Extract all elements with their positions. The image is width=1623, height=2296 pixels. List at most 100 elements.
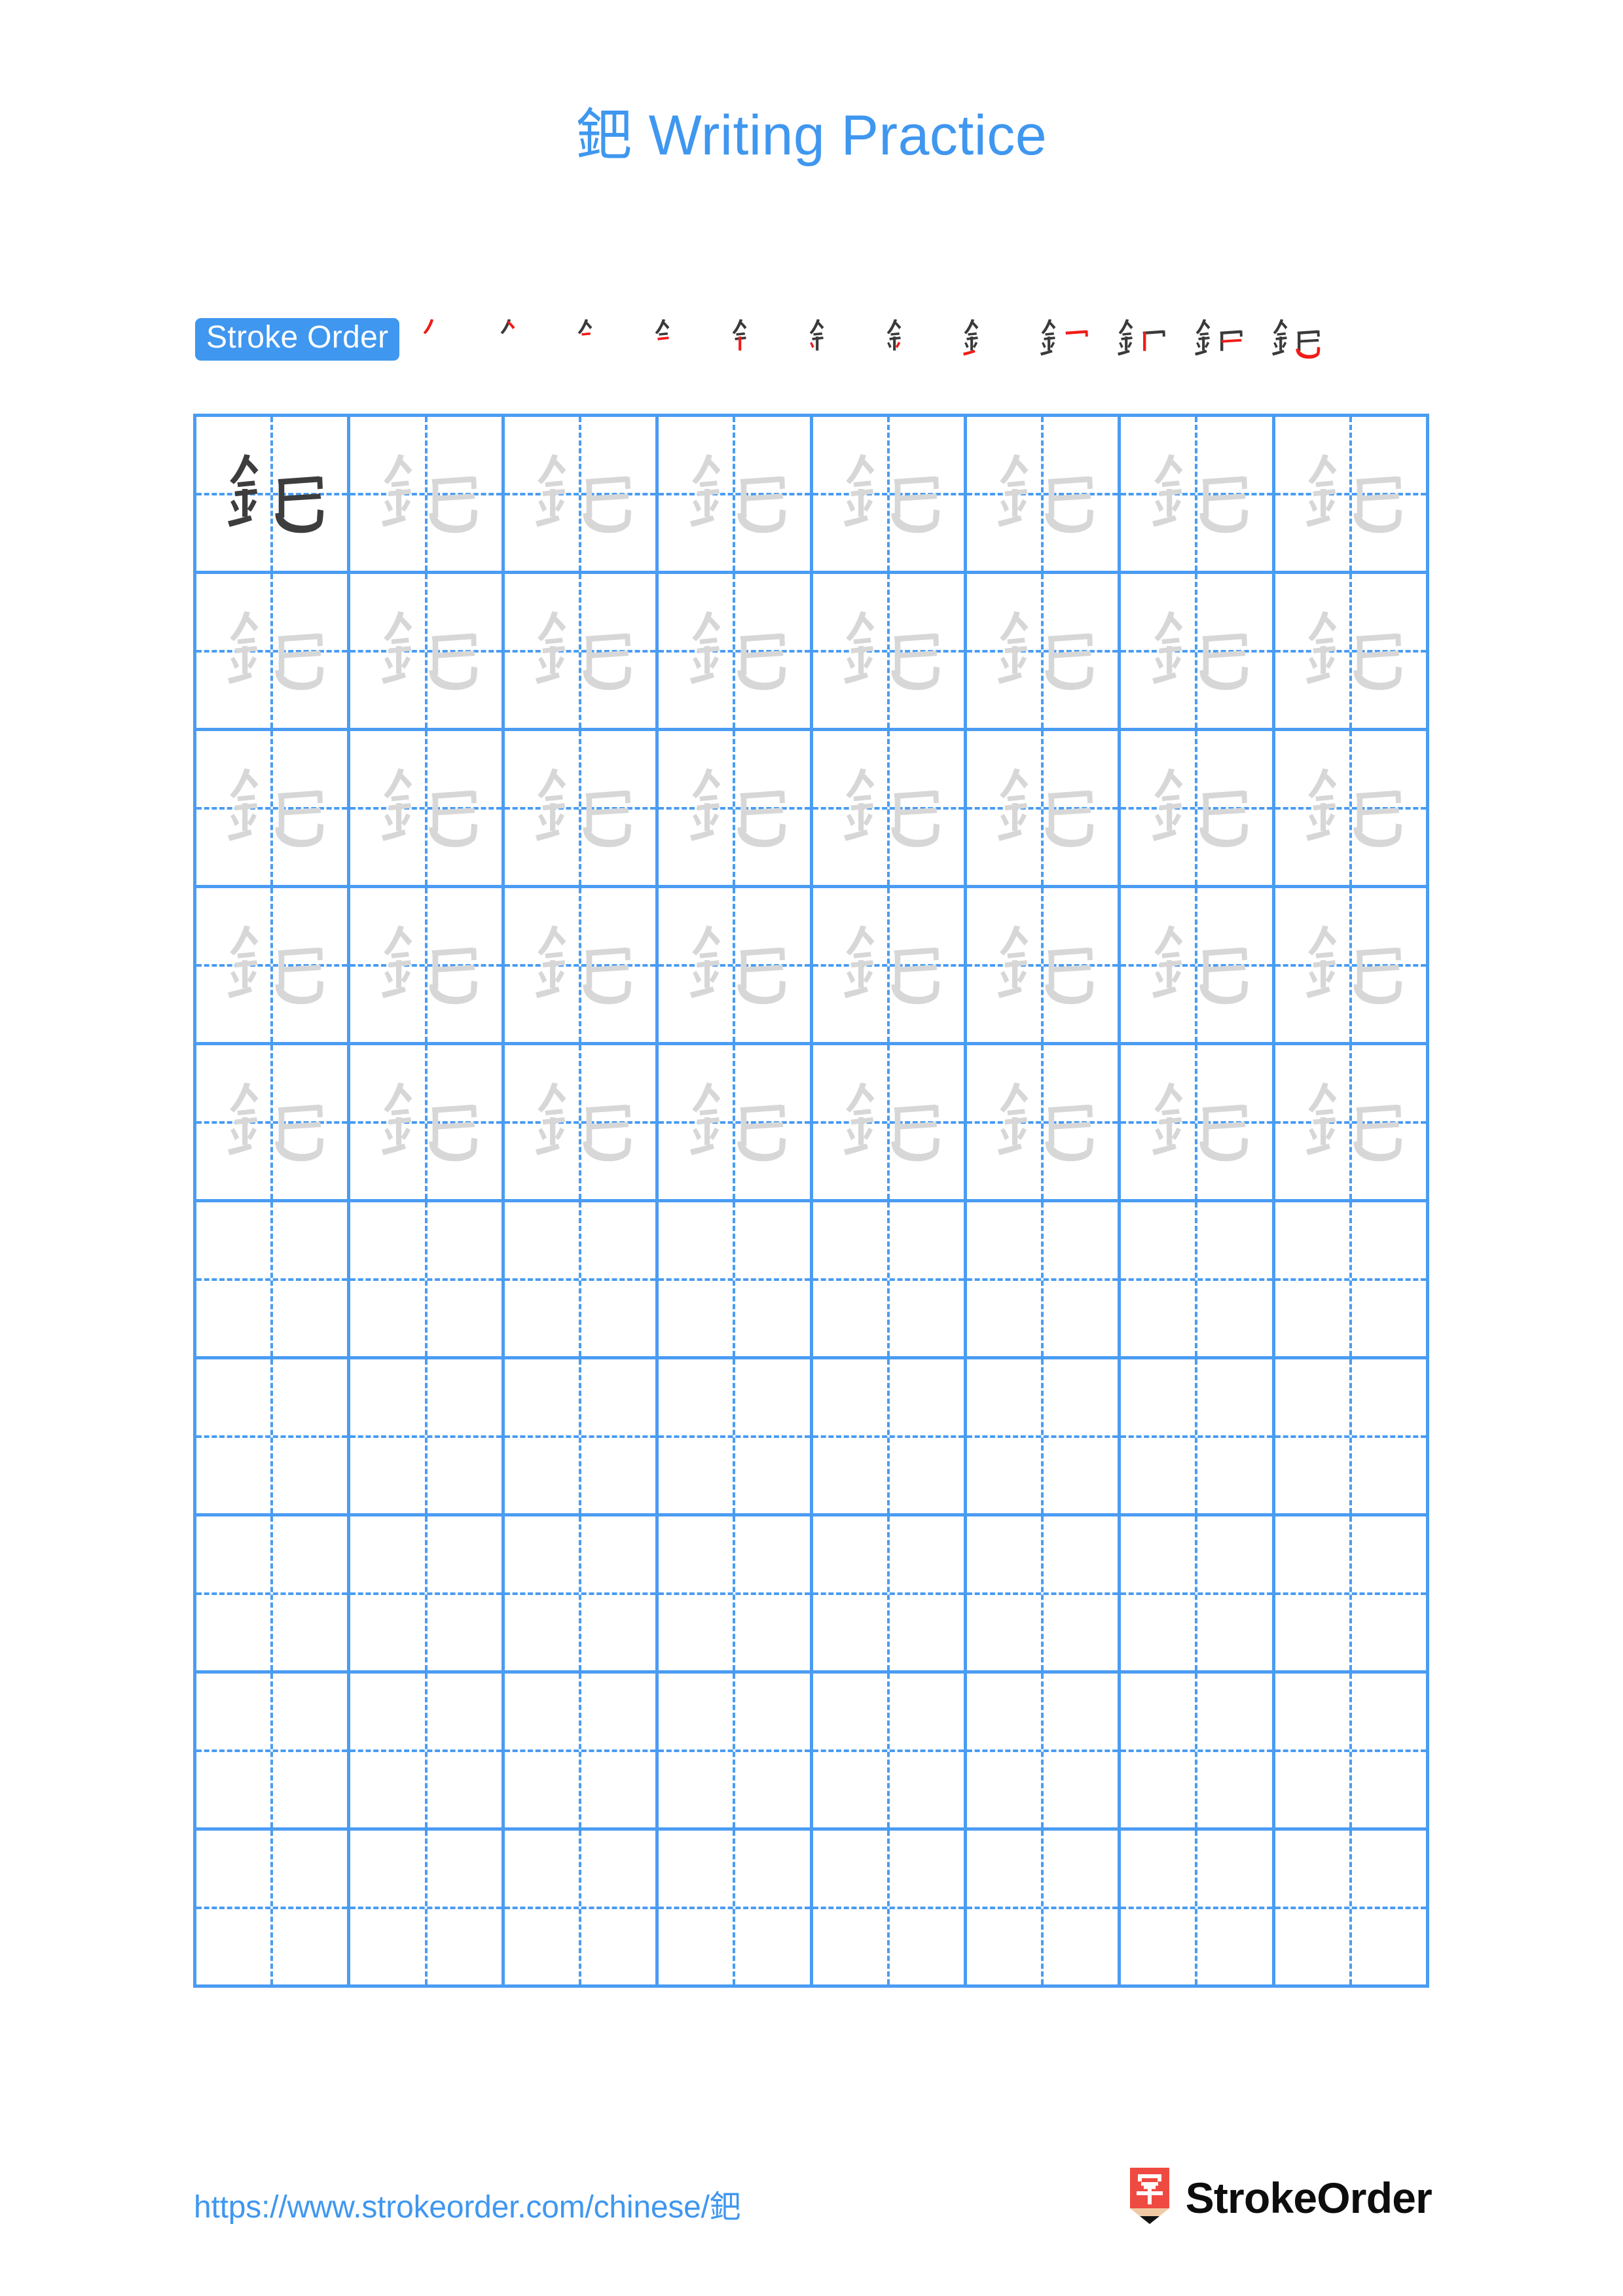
grid-cell-r4-c1[interactable] — [196, 888, 351, 1042]
grid-cell-r10-c5[interactable] — [813, 1831, 967, 1984]
grid-cell-r8-c3[interactable] — [505, 1516, 659, 1670]
grid-cell-r2-c6[interactable] — [967, 574, 1122, 728]
stroke-9 — [431, 1104, 477, 1118]
grid-cell-r1-c1[interactable] — [196, 417, 351, 571]
stroke-8 — [1195, 350, 1207, 356]
stroke-11 — [1205, 651, 1246, 658]
grid-cell-r1-c2[interactable] — [350, 417, 505, 571]
grid-cell-r6-c8[interactable] — [1275, 1202, 1429, 1356]
grid-cell-r3-c1[interactable] — [196, 731, 351, 885]
grid-cell-r3-c5[interactable] — [813, 731, 967, 885]
grid-cell-r8-c7[interactable] — [1121, 1516, 1275, 1670]
stroke-8 — [998, 829, 1023, 841]
grid-cell-r6-c1[interactable] — [196, 1202, 351, 1356]
footer-url-link[interactable]: https://www.strokeorder.com/chinese/鈀 — [194, 2181, 741, 2227]
grid-cell-r6-c2[interactable] — [350, 1202, 505, 1356]
grid-cell-r6-c3[interactable] — [505, 1202, 659, 1356]
grid-cell-r5-c8[interactable] — [1275, 1045, 1429, 1199]
grid-cell-r8-c4[interactable] — [659, 1516, 813, 1670]
grid-cell-r5-c4[interactable] — [659, 1045, 813, 1199]
grid-cell-r10-c8[interactable] — [1275, 1831, 1429, 1984]
grid-cell-r8-c5[interactable] — [813, 1516, 967, 1670]
grid-cell-r1-c4[interactable] — [659, 417, 813, 571]
grid-cell-r2-c2[interactable] — [350, 574, 505, 728]
grid-cell-r7-c6[interactable] — [967, 1359, 1122, 1513]
grid-cell-r9-c2[interactable] — [350, 1674, 505, 1827]
grid-cell-r6-c7[interactable] — [1121, 1202, 1275, 1356]
stroke-order-step-1 — [406, 306, 483, 372]
grid-cell-r2-c4[interactable] — [659, 574, 813, 728]
grid-cell-r3-c8[interactable] — [1275, 731, 1429, 885]
grid-cell-r3-c7[interactable] — [1121, 731, 1275, 885]
grid-cell-r10-c2[interactable] — [350, 1831, 505, 1984]
grid-cell-r1-c8[interactable] — [1275, 417, 1429, 571]
grid-cell-r2-c1[interactable] — [196, 574, 351, 728]
grid-cell-r9-c3[interactable] — [505, 1674, 659, 1827]
grid-cell-r9-c7[interactable] — [1121, 1674, 1275, 1827]
grid-cell-r3-c3[interactable] — [505, 731, 659, 885]
grid-cell-r7-c1[interactable] — [196, 1359, 351, 1513]
grid-cell-r5-c2[interactable] — [350, 1045, 505, 1199]
grid-cell-r4-c6[interactable] — [967, 888, 1122, 1042]
stroke-order-step-11 — [1178, 306, 1256, 372]
stroke-9 — [894, 790, 939, 804]
stroke-7 — [247, 970, 257, 983]
grid-cell-r5-c7[interactable] — [1121, 1045, 1275, 1199]
grid-cell-r3-c2[interactable] — [350, 731, 505, 885]
grid-cell-r9-c5[interactable] — [813, 1674, 967, 1827]
grid-cell-r8-c8[interactable] — [1275, 1516, 1429, 1670]
grid-cell-r4-c8[interactable] — [1275, 888, 1429, 1042]
grid-cell-r10-c1[interactable] — [196, 1831, 351, 1984]
grid-cell-r5-c1[interactable] — [196, 1045, 351, 1199]
grid-cell-r5-c5[interactable] — [813, 1045, 967, 1199]
grid-cell-r10-c4[interactable] — [659, 1831, 813, 1984]
grid-cell-r7-c2[interactable] — [350, 1359, 505, 1513]
stroke-5 — [242, 803, 247, 831]
grid-cell-r9-c1[interactable] — [196, 1674, 351, 1827]
grid-cell-r9-c6[interactable] — [967, 1674, 1122, 1827]
grid-cell-r7-c5[interactable] — [813, 1359, 967, 1513]
grid-cell-r8-c1[interactable] — [196, 1516, 351, 1670]
grid-cell-r3-c4[interactable] — [659, 731, 813, 885]
grid-cell-r4-c7[interactable] — [1121, 888, 1275, 1042]
grid-cell-r6-c4[interactable] — [659, 1202, 813, 1356]
grid-cell-r2-c8[interactable] — [1275, 574, 1429, 728]
stroke-5 — [1012, 803, 1018, 831]
grid-cell-r4-c5[interactable] — [813, 888, 967, 1042]
grid-cell-r2-c5[interactable] — [813, 574, 967, 728]
grid-cell-r2-c3[interactable] — [505, 574, 659, 728]
grid-cell-r6-c5[interactable] — [813, 1202, 967, 1356]
grid-cell-r9-c4[interactable] — [659, 1674, 813, 1827]
stroke-7 — [247, 813, 257, 826]
stroke-5 — [858, 960, 864, 988]
grid-row-6 — [196, 1202, 1429, 1359]
grid-cell-r1-c7[interactable] — [1121, 417, 1275, 571]
stroke-7 — [1017, 813, 1027, 826]
grid-cell-r10-c7[interactable] — [1121, 1831, 1275, 1984]
stroke-11 — [1205, 493, 1246, 501]
grid-cell-r1-c6[interactable] — [967, 417, 1122, 571]
grid-cell-r7-c8[interactable] — [1275, 1359, 1429, 1513]
stroke-6 — [1119, 342, 1124, 348]
grid-cell-r7-c4[interactable] — [659, 1359, 813, 1513]
grid-cell-r8-c2[interactable] — [350, 1516, 505, 1670]
grid-cell-r4-c4[interactable] — [659, 888, 813, 1042]
grid-cell-r3-c6[interactable] — [967, 731, 1122, 885]
grid-cell-r10-c6[interactable] — [967, 1831, 1122, 1984]
grid-cell-r10-c3[interactable] — [505, 1831, 659, 1984]
grid-cell-r4-c2[interactable] — [350, 888, 505, 1042]
grid-cell-r2-c7[interactable] — [1121, 574, 1275, 728]
grid-cell-r7-c3[interactable] — [505, 1359, 659, 1513]
grid-cell-r7-c7[interactable] — [1121, 1359, 1275, 1513]
stroke-6 — [384, 814, 393, 827]
grid-cell-r8-c6[interactable] — [967, 1516, 1122, 1670]
stroke-6 — [1154, 1128, 1164, 1141]
stroke-8 — [1152, 672, 1176, 684]
grid-cell-r5-c6[interactable] — [967, 1045, 1122, 1199]
grid-cell-r5-c3[interactable] — [505, 1045, 659, 1199]
grid-cell-r1-c5[interactable] — [813, 417, 967, 571]
grid-cell-r9-c8[interactable] — [1275, 1674, 1429, 1827]
grid-cell-r4-c3[interactable] — [505, 888, 659, 1042]
grid-cell-r6-c6[interactable] — [967, 1202, 1122, 1356]
grid-cell-r1-c3[interactable] — [505, 417, 659, 571]
